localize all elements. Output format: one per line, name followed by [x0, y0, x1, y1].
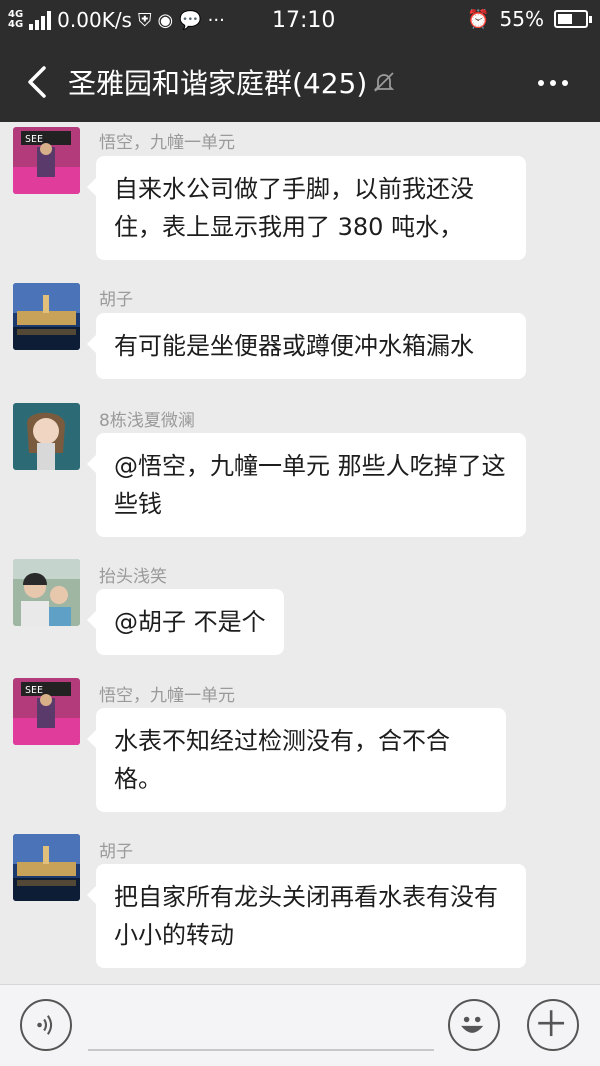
emoji-button[interactable]	[448, 999, 500, 1051]
voice-input-button[interactable]	[20, 999, 72, 1051]
sender-name: 抬头浅笑	[99, 567, 167, 587]
network-speed: 0.00K/s	[57, 8, 132, 32]
sender-name: 悟空，九幢一单元	[99, 133, 235, 153]
night-building-avatar[interactable]	[13, 834, 80, 901]
chat-title: 圣雅园和谐家庭群(425)	[68, 67, 368, 100]
anime-girl-avatar[interactable]	[13, 403, 80, 470]
back-arrow-icon[interactable]	[22, 64, 56, 100]
sender-name: 胡子	[99, 842, 133, 862]
message-bubble[interactable]: @胡子 不是个	[87, 589, 284, 655]
more-actions-button[interactable]	[527, 999, 579, 1051]
shield-icon: ⛨	[137, 9, 152, 31]
voice-icon	[37, 1015, 53, 1035]
smiley-icon	[461, 1016, 484, 1033]
more-notifications-icon: ···	[207, 9, 225, 31]
sender-name: 8栋浅夏微澜	[99, 411, 195, 431]
two-people-photo-avatar[interactable]	[13, 559, 80, 626]
network-type: 4G 4G	[8, 10, 23, 30]
status-left: 4G 4G 0.00K/s ⛨ ◉ 💬 ···	[8, 8, 225, 32]
svg-text:SEE: SEE	[25, 685, 43, 696]
battery-fill	[558, 14, 573, 24]
weibo-icon: ◉	[157, 9, 174, 31]
clock: 17:10	[272, 8, 336, 33]
message-input[interactable]	[88, 1049, 434, 1051]
alarm-icon: ⏰	[467, 8, 490, 30]
message-bubble[interactable]: 水表不知经过检测没有，合不合格。	[87, 708, 506, 812]
sender-name: 悟空，九幢一单元	[99, 686, 235, 706]
message-bubble[interactable]: 把自家所有龙头关闭再看水表有没有小小的转动	[87, 864, 526, 968]
svg-text:SEE: SEE	[25, 134, 43, 145]
network-label-bottom: 4G	[8, 19, 24, 30]
more-options-icon[interactable]	[538, 80, 568, 86]
status-bar: 4G 4G 0.00K/s ⛨ ◉ 💬 ··· 17:10 ⏰ 55%	[0, 0, 600, 42]
signal-icon	[29, 10, 52, 30]
night-building-avatar[interactable]	[13, 283, 80, 350]
battery-percent: 55%	[499, 7, 544, 31]
input-bar	[0, 984, 600, 1066]
message-list[interactable]: SEE 悟空，九幢一单元 自来水公司做了手脚，以前我还没住，表上显示我用了 38…	[0, 122, 600, 984]
chat-icon: 💬	[179, 9, 202, 31]
battery-icon	[554, 10, 592, 28]
muted-bell-icon	[373, 72, 395, 92]
pink-arcade-avatar[interactable]: SEE	[13, 127, 80, 194]
pink-arcade-avatar[interactable]: SEE	[13, 678, 80, 745]
sender-name: 胡子	[99, 290, 133, 310]
message-bubble[interactable]: 有可能是坐便器或蹲便冲水箱漏水	[87, 313, 526, 379]
chat-header: 圣雅园和谐家庭群(425)	[0, 42, 600, 122]
message-bubble[interactable]: 自来水公司做了手脚，以前我还没住，表上显示我用了 380 吨水，	[87, 156, 526, 260]
status-right: ⏰ 55%	[467, 7, 592, 31]
plus-icon	[538, 1010, 565, 1037]
message-bubble[interactable]: @悟空，九幢一单元 那些人吃掉了这些钱	[87, 433, 526, 537]
